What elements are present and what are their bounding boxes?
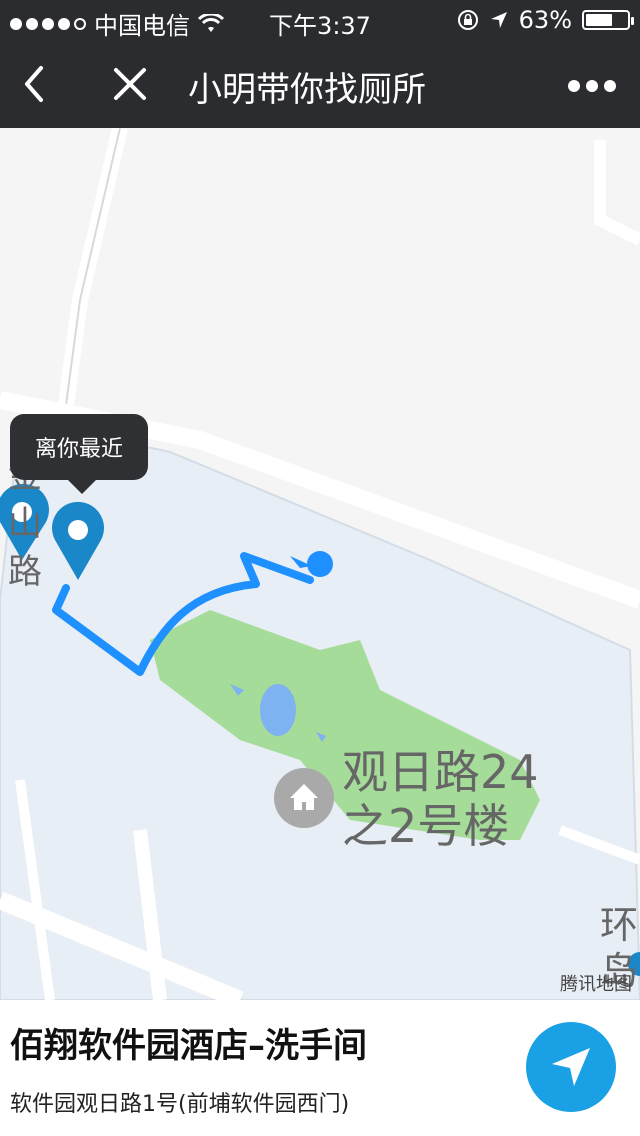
- battery-percent: 63%: [518, 6, 572, 34]
- navigate-button[interactable]: [526, 1022, 616, 1112]
- nearest-tooltip: 离你最近: [10, 414, 148, 494]
- poi-label: 观日路24 之2号楼: [342, 745, 539, 853]
- nav-bar: 小明带你找厕所: [0, 40, 640, 128]
- place-name: 佰翔软件园酒店–洗手间: [10, 1026, 367, 1066]
- battery-icon: [582, 10, 634, 30]
- poi-label-line1: 观日路24: [342, 745, 539, 799]
- map-view[interactable]: 金山路 环岛 离你最近 观日路24 之2号楼 腾讯地图: [0, 128, 640, 1000]
- navigation-arrow-icon: [552, 1048, 590, 1086]
- more-button[interactable]: [568, 80, 616, 92]
- page-title: 小明带你找厕所: [188, 70, 426, 110]
- user-location-dot: [307, 551, 333, 577]
- place-address: 软件园观日路1号(前埔软件园西门): [10, 1092, 350, 1117]
- close-icon: [114, 68, 146, 100]
- chevron-left-icon: [25, 66, 43, 102]
- pond: [260, 684, 296, 736]
- poi-label-line2: 之2号楼: [342, 799, 510, 853]
- back-button[interactable]: [10, 60, 58, 108]
- rotation-lock-icon: [457, 10, 478, 30]
- more-dots-icon: [568, 80, 580, 92]
- location-arrow-icon: [490, 12, 507, 28]
- close-button[interactable]: [106, 60, 154, 108]
- map-canvas[interactable]: [0, 128, 640, 1000]
- status-right-group: 63%: [457, 6, 634, 34]
- place-info-card[interactable]: 佰翔软件园酒店–洗手间 软件园观日路1号(前埔软件园西门): [0, 1000, 640, 1136]
- map-watermark: 腾讯地图: [560, 974, 632, 995]
- status-bar: 中国电信 下午3:37 63%: [0, 0, 640, 40]
